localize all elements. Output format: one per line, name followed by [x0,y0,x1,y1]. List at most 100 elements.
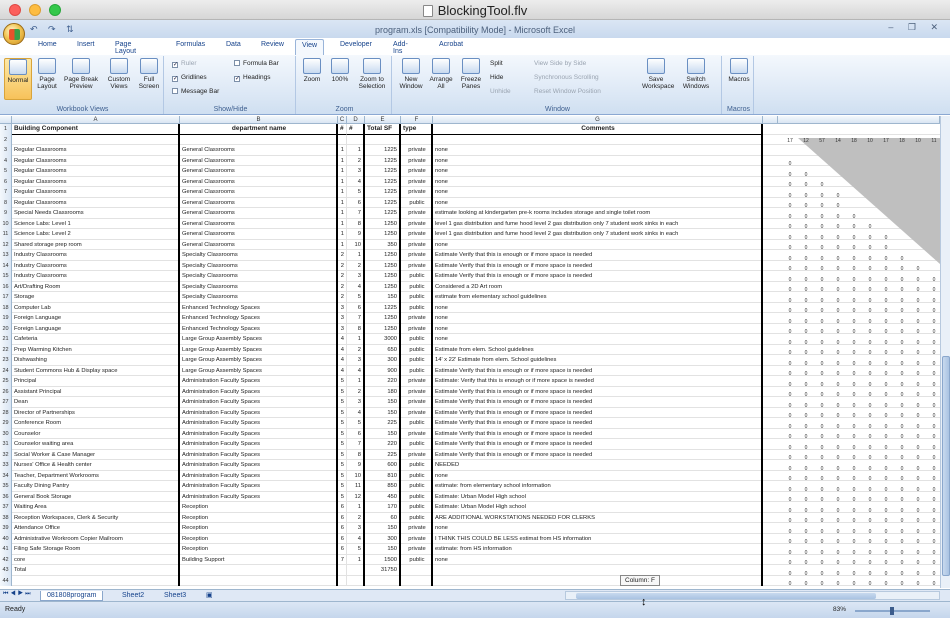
matrix-cell[interactable]: 0 [912,581,924,587]
cell-b[interactable]: Administration Faculty Spaces [180,491,338,502]
cell-g[interactable]: level 1 gas distribution and fume hood l… [433,218,763,229]
matrix-cell[interactable]: 0 [816,340,828,346]
matrix-cell[interactable]: 0 [896,466,908,472]
matrix-cell[interactable]: 0 [848,581,860,587]
matrix-cell[interactable]: 0 [848,382,860,388]
cell-f[interactable]: public [401,470,433,481]
matrix-cell[interactable]: 0 [800,340,812,346]
cell-c[interactable]: 3 [338,313,347,324]
cell-d[interactable]: 5 [347,187,365,198]
cell-f[interactable]: private [401,376,433,387]
matrix-cell[interactable]: 0 [864,466,876,472]
cell-b1[interactable]: department name [180,124,338,135]
cell-d[interactable]: 4 [347,281,365,292]
headings-checkbox[interactable]: ✓ Headings [234,74,270,82]
matrix-cell[interactable]: 0 [864,539,876,545]
matrix-cell[interactable]: 0 [816,455,828,461]
cell-e[interactable]: 150 [365,397,401,408]
matrix-cell[interactable]: 0 [784,550,796,556]
matrix-cell[interactable]: 0 [848,245,860,251]
cell-a[interactable]: Total [12,565,180,576]
cell-g[interactable]: Estimate Verify that this is enough or i… [433,250,763,261]
matrix-cell[interactable]: 0 [784,350,796,356]
cell-g[interactable]: Estimate: Verify that this is enough or … [433,376,763,387]
cell-e[interactable]: 1250 [365,323,401,334]
cell-e[interactable]: 1225 [365,176,401,187]
matrix-cell[interactable]: 0 [928,487,940,493]
matrix-cell[interactable]: 0 [912,455,924,461]
matrix-cell[interactable]: 0 [896,571,908,577]
matrix-cell[interactable]: 0 [832,245,844,251]
matrix-cell[interactable]: 0 [928,550,940,556]
cell-d[interactable]: 4 [347,365,365,376]
cell-e[interactable]: 150 [365,428,401,439]
matrix-cell[interactable]: 0 [784,518,796,524]
cell-d[interactable]: 6 [347,197,365,208]
matrix-cell[interactable]: 0 [848,329,860,335]
vertical-scroll-thumb[interactable] [942,356,950,576]
matrix-cell[interactable]: 0 [896,329,908,335]
cell-c[interactable]: 6 [338,533,347,544]
matrix-cell[interactable]: 0 [816,287,828,293]
zoom-slider-knob[interactable] [890,607,894,615]
matrix-cell[interactable]: 0 [816,392,828,398]
cell-g[interactable]: I THINK THIS COULD BE LESS estimat from … [433,533,763,544]
spreadsheet-grid[interactable]: A B C D E F G 1 Building Component depar… [0,116,940,588]
row-number[interactable]: 41 [0,544,12,555]
cell-e[interactable]: 170 [365,502,401,513]
cell-a[interactable]: Industry Classrooms [12,271,180,282]
cell-a[interactable]: Principal [12,376,180,387]
cell-b[interactable]: Specialty Classrooms [180,292,338,303]
matrix-cell[interactable]: 0 [800,392,812,398]
cell-e[interactable]: 180 [365,386,401,397]
matrix-cell[interactable]: 0 [800,319,812,325]
matrix-cell[interactable]: 0 [912,371,924,377]
cell-c[interactable]: 2 [338,281,347,292]
cell-c[interactable]: 5 [338,386,347,397]
cell-e[interactable]: 60 [365,512,401,523]
cell-e[interactable]: 1225 [365,166,401,177]
cell-f[interactable]: private [401,428,433,439]
cell-f[interactable]: private [401,544,433,555]
custom-views-button[interactable]: Custom Views [105,58,133,90]
cell-g[interactable]: Estimate Verify that this is enough or i… [433,418,763,429]
row-number[interactable]: 13 [0,250,12,261]
matrix-cell[interactable]: 0 [896,371,908,377]
matrix-cell[interactable]: 0 [864,413,876,419]
cell-f[interactable]: private [401,523,433,534]
cell-a[interactable]: Regular Classrooms [12,166,180,177]
matrix-cell[interactable]: 0 [800,466,812,472]
row-number[interactable]: 22 [0,344,12,355]
matrix-cell[interactable]: 0 [784,581,796,587]
cell-a[interactable]: Student Commons Hub & Display space [12,365,180,376]
matrix-cell[interactable]: 0 [832,466,844,472]
row-number[interactable]: 33 [0,460,12,471]
matrix-cell[interactable]: 0 [832,266,844,272]
matrix-cell[interactable]: 0 [784,235,796,241]
matrix-cell[interactable]: 0 [848,476,860,482]
cell-g[interactable]: Estimate Verify that this is enough or i… [433,449,763,460]
cell-a[interactable]: Social Worker & Case Manager [12,449,180,460]
cell-f[interactable] [401,134,433,145]
cell-c[interactable]: 5 [338,418,347,429]
row-number[interactable]: 1 [0,124,12,135]
cell-a[interactable]: Faculty Dining Pantry [12,481,180,492]
matrix-cell[interactable]: 0 [800,581,812,587]
cell-c1[interactable]: # [338,124,347,135]
column-header-e[interactable]: E [365,116,401,124]
cell-e[interactable]: 300 [365,533,401,544]
matrix-cell[interactable]: 0 [784,539,796,545]
cell-f[interactable]: private [401,145,433,156]
matrix-cell[interactable]: 0 [816,214,828,220]
cell-f[interactable]: public [401,292,433,303]
matrix-cell[interactable]: 0 [784,424,796,430]
cell-g[interactable] [433,565,763,576]
matrix-cell[interactable]: 0 [800,350,812,356]
cell-d[interactable]: 4 [347,533,365,544]
matrix-cell[interactable]: 0 [848,403,860,409]
cell-b[interactable]: Administration Faculty Spaces [180,418,338,429]
cell-c[interactable]: 1 [338,229,347,240]
matrix-cell[interactable]: 0 [848,256,860,262]
cell-c[interactable]: 4 [338,355,347,366]
matrix-cell[interactable]: 0 [816,560,828,566]
